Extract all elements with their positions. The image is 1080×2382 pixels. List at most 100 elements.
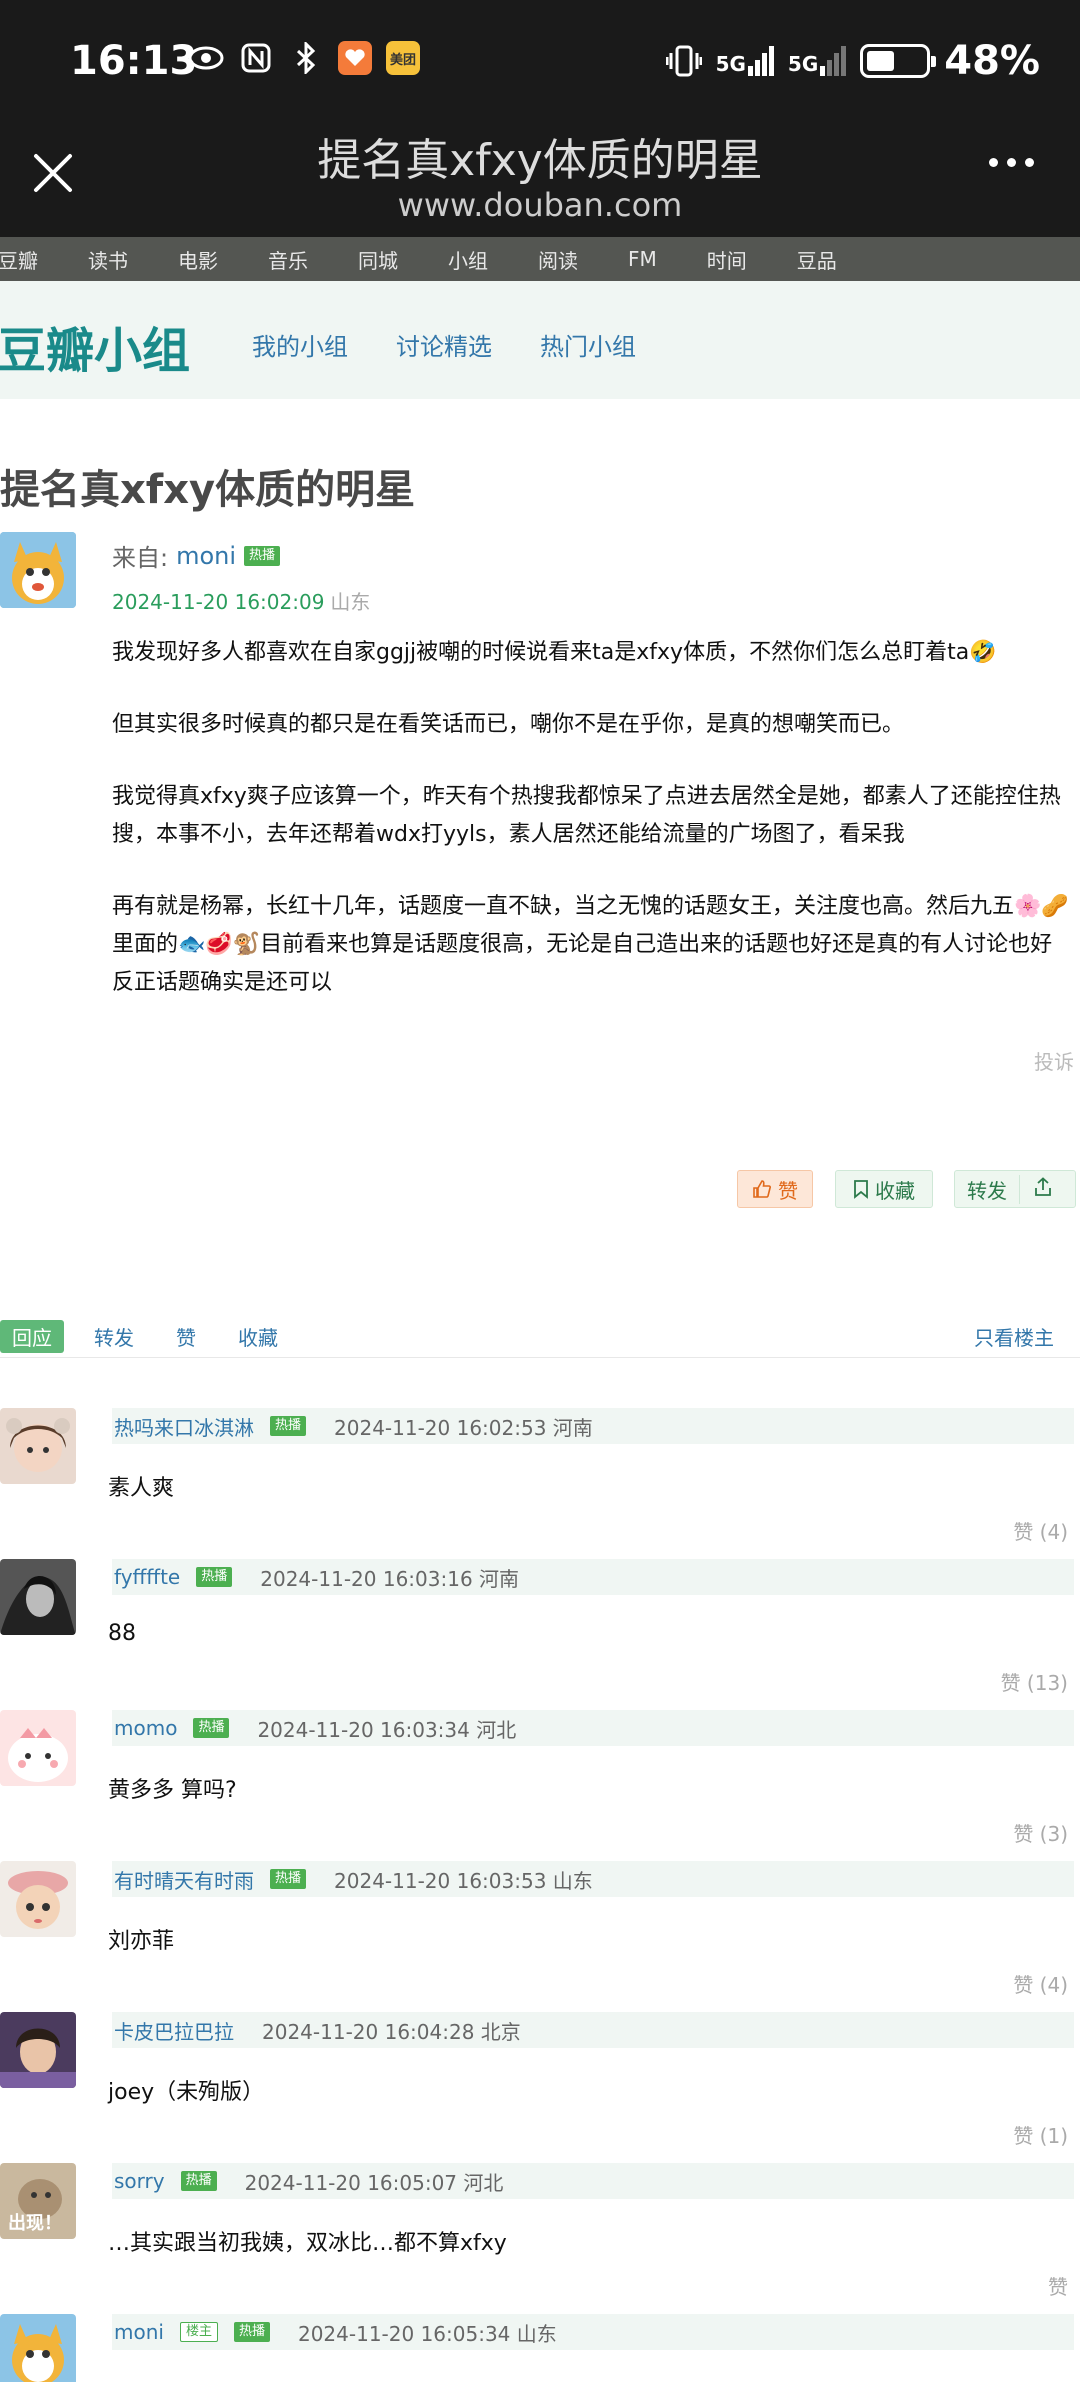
commenter-name[interactable]: momo <box>114 1716 177 1740</box>
report-link[interactable]: 投诉 <box>1034 1046 1074 1075</box>
webview-title: 提名真xfxy体质的明星 <box>317 135 763 186</box>
comment-text: joey（未殉版） <box>108 2080 265 2105</box>
comment-header: fyffffte 热播 2024-11-20 16:03:16 河南 <box>112 1559 1074 1595</box>
webview-url: www.douban.com <box>397 186 683 224</box>
commenter-avatar[interactable] <box>0 1861 76 1937</box>
nav-item[interactable]: 时间 <box>707 245 747 274</box>
comment-like-button[interactable]: 赞 (1) <box>1013 2120 1068 2149</box>
topic-paragraph: 但其实很多时候真的都只是在看笑话而已，嘲你不是在乎你，是真的想嘲笑而已。 <box>112 712 905 737</box>
topic-paragraph: 再有就是杨幂，长红十几年，话题度一直不缺，当之无愧的话题女王，关注度也高。然后九… <box>112 894 1069 995</box>
repost-button[interactable]: 转发 <box>955 1174 1020 1204</box>
tab-reposts[interactable]: 转发 <box>94 1322 134 1351</box>
tab-likes[interactable]: 赞 <box>176 1322 196 1351</box>
group-header: 豆瓣小组 我的小组 讨论精选 热门小组 <box>0 281 1080 399</box>
commenter-avatar[interactable] <box>0 2012 76 2088</box>
from-label: 来自: <box>112 544 169 572</box>
comment-text: 素人爽 <box>108 1476 175 1501</box>
signal-2: 5G <box>788 46 847 76</box>
tab-my-groups[interactable]: 我的小组 <box>252 327 348 362</box>
comment-time: 2024-11-20 16:05:34 山东 <box>297 2321 557 2346</box>
bluetooth-icon <box>288 40 324 76</box>
battery-percent: 48% <box>944 38 1040 84</box>
like-label: 赞 <box>778 1178 798 1203</box>
vibrate-icon <box>665 43 702 79</box>
nav-item[interactable]: FM <box>628 247 657 271</box>
comment-text: …其实跟当初我姨，双冰比…都不算xfxy <box>108 2231 507 2256</box>
datetime-text: 2024-11-20 16:02:09 <box>112 590 325 614</box>
comment-like-button[interactable]: 赞 (3) <box>1013 1818 1068 1847</box>
hot-badge: 热播 <box>180 2171 217 2191</box>
topic-from: 来自: moni 热播 <box>112 538 281 573</box>
repost-button-group: 转发 <box>954 1170 1076 1208</box>
share-icon[interactable] <box>1020 1176 1066 1202</box>
status-time: 16:13 <box>70 38 198 84</box>
comment-like-button[interactable]: 赞 <box>1048 2271 1068 2300</box>
nav-item[interactable]: 豆品 <box>797 245 837 274</box>
topic-paragraph: 我觉得真xfxy爽子应该算一个，昨天有个热搜我都惊呆了点进去居然全是她，都素人了… <box>112 784 1061 847</box>
nav-item[interactable]: 小组 <box>448 245 488 274</box>
signal-bars-weak-icon <box>820 46 847 76</box>
battery-icon <box>860 44 937 78</box>
comment-like-button[interactable]: 赞 (13) <box>1001 1667 1068 1696</box>
comment-time: 2024-11-20 16:03:34 河北 <box>257 1717 517 1742</box>
comment-header: sorry 热播 2024-11-20 16:05:07 河北 <box>112 2163 1074 2199</box>
commenter-name[interactable]: fyffffte <box>114 1565 180 1589</box>
nav-item[interactable]: 阅读 <box>538 245 578 274</box>
comment-like-button[interactable]: 赞 (4) <box>1013 1516 1068 1545</box>
comment-header: momo 热播 2024-11-20 16:03:34 河北 <box>112 1710 1074 1746</box>
commenter-avatar[interactable]: 出现！ <box>0 2163 76 2239</box>
app-top-bar: 16:13 美团 5G 5G 48% 提名真xfxy体质的明星 www.doub… <box>0 0 1080 237</box>
status-left-icons: 美团 <box>188 40 420 76</box>
author-avatar[interactable] <box>0 2314 76 2382</box>
hot-badge: 热播 <box>270 1869 307 1889</box>
tab-hot-groups[interactable]: 热门小组 <box>540 327 636 362</box>
tab-replies[interactable]: 回应 <box>0 1320 64 1353</box>
hot-badge: 热播 <box>270 1416 307 1436</box>
comment-text: 88 <box>108 1621 136 1646</box>
nav-item[interactable]: 豆瓣 <box>0 245 38 274</box>
nav-item[interactable]: 读书 <box>88 245 128 274</box>
more-menu-icon[interactable] <box>989 158 1034 167</box>
global-nav: 豆瓣 读书 电影 音乐 同城 小组 阅读 FM 时间 豆品 T <box>0 237 1080 281</box>
author-avatar[interactable] <box>0 532 76 608</box>
comment-like-button[interactable]: 赞 (4) <box>1013 1969 1068 1998</box>
commenter-name[interactable]: moni <box>114 2320 164 2344</box>
comment-header: 热吗来口冰淇淋 热播 2024-11-20 16:02:53 河南 <box>112 1408 1074 1444</box>
comment-time: 2024-11-20 16:04:28 北京 <box>262 2019 521 2044</box>
only-op-filter[interactable]: 只看楼主 <box>974 1322 1054 1351</box>
nav-item[interactable]: 同城 <box>358 245 398 274</box>
tab-featured[interactable]: 讨论精选 <box>396 327 492 362</box>
nav-item[interactable]: 音乐 <box>268 245 308 274</box>
comment-header: moni 楼主 热播 2024-11-20 16:05:34 山东 <box>112 2314 1074 2350</box>
comment-header: 卡皮巴拉巴拉 2024-11-20 16:04:28 北京 <box>112 2012 1074 2048</box>
nav-item[interactable]: 电影 <box>178 245 218 274</box>
like-button[interactable]: 赞 <box>737 1170 813 1208</box>
comment-text: 刘亦菲 <box>108 1929 175 1954</box>
nfc-icon <box>238 40 274 76</box>
status-right-icons: 5G 5G 48% <box>665 38 1040 84</box>
hot-badge: 热播 <box>244 545 281 566</box>
commenter-name[interactable]: sorry <box>114 2169 165 2193</box>
group-tabs: 我的小组 讨论精选 热门小组 <box>252 327 636 362</box>
op-badge: 楼主 <box>179 2322 218 2342</box>
author-link[interactable]: moni <box>176 542 236 570</box>
meituan-app-icon: 美团 <box>386 41 420 75</box>
tab-favorites[interactable]: 收藏 <box>238 1322 278 1351</box>
group-logo[interactable]: 豆瓣小组 <box>0 311 190 381</box>
commenter-avatar[interactable] <box>0 1408 76 1484</box>
comment-time: 2024-11-20 16:03:16 河南 <box>260 1566 520 1591</box>
favorite-button[interactable]: 收藏 <box>835 1170 933 1208</box>
commenter-name[interactable]: 热吗来口冰淇淋 <box>114 1412 254 1441</box>
commenter-name[interactable]: 有时晴天有时雨 <box>114 1865 254 1894</box>
location-text: 山东 <box>330 590 371 614</box>
comment-header: 有时晴天有时雨 热播 2024-11-20 16:03:53 山东 <box>112 1861 1074 1897</box>
hot-badge: 热播 <box>193 1718 230 1738</box>
commenter-avatar[interactable] <box>0 1710 76 1786</box>
thumb-up-icon <box>753 1180 771 1198</box>
signal-bars-icon <box>747 46 774 76</box>
commenter-name[interactable]: 卡皮巴拉巴拉 <box>114 2016 234 2045</box>
hot-badge: 热播 <box>233 2322 270 2342</box>
commenter-avatar[interactable] <box>0 1559 76 1635</box>
reply-tabs: 回应 转发 赞 收藏 只看楼主 <box>0 1316 1080 1358</box>
favorite-label: 收藏 <box>875 1178 915 1203</box>
